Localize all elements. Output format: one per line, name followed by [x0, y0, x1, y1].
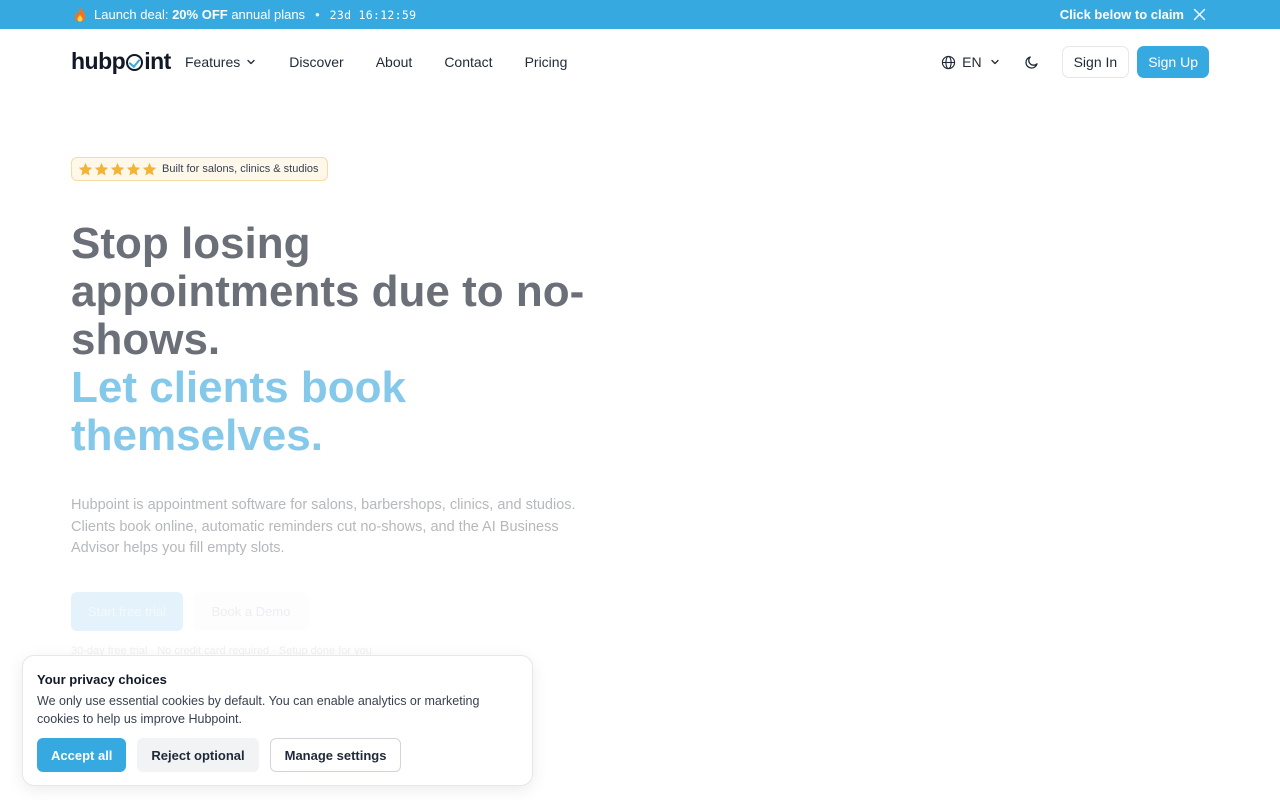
nav-features-label: Features [185, 54, 241, 70]
star-icon [94, 162, 109, 175]
cookie-title: Your privacy choices [37, 672, 167, 687]
promo-countdown: 23d 16:12:59 [329, 7, 417, 22]
moon-icon[interactable] [1024, 54, 1040, 70]
nav-contact-link[interactable]: Contact [444, 51, 492, 73]
star-icon [126, 162, 141, 175]
cookie-body: We only use essential cookies by default… [37, 694, 480, 726]
reject-optional-button[interactable]: Reject optional [137, 738, 259, 772]
nav-pricing-link[interactable]: Pricing [525, 51, 568, 73]
flame-icon [75, 7, 85, 22]
headline-accent-line-1: Let clients book [71, 363, 406, 412]
chevron-down-icon [990, 59, 999, 65]
nav-discover-link[interactable]: Discover [289, 51, 343, 73]
cookie-actions: Accept all Reject optional Manage settin… [37, 738, 402, 772]
promo-highlight: 20% OFF [172, 7, 228, 22]
close-icon[interactable] [1193, 8, 1206, 21]
promo-left: Launch deal: 20% OFF annual plans • 23d … [74, 0, 416, 29]
manage-settings-button[interactable]: Manage settings [269, 738, 402, 772]
book-demo-button[interactable]: Book a Demo [193, 592, 309, 631]
star-icon [110, 162, 125, 175]
rating-badge: Built for salons, clinics & studios [71, 157, 328, 181]
nav-actions: EN Sign In Sign Up [941, 46, 1209, 78]
accept-all-button[interactable]: Accept all [37, 738, 127, 772]
headline-accent-line-2: themselves. [71, 411, 323, 460]
rating-badge-label: Built for salons, clinics & studios [162, 163, 319, 175]
start-trial-button[interactable]: Start free trial [71, 592, 183, 631]
promo-banner: Launch deal: 20% OFF annual plans • 23d … [0, 0, 1280, 29]
star-icon [78, 162, 93, 175]
hero-headline: Stop losing appointments due to no- show… [71, 220, 591, 460]
cookie-consent-dialog: Your privacy choices We only use essenti… [22, 655, 533, 786]
chevron-down-icon [247, 59, 255, 65]
promo-suffix: annual plans [231, 7, 306, 22]
logo-text-end: int [144, 48, 171, 74]
subheading-line-2: Clients book online, automatic reminders… [71, 518, 559, 535]
headline-line-2: appointments due to no- [71, 267, 585, 316]
headline-line-3: shows. [71, 315, 221, 364]
language-label: EN [962, 54, 982, 70]
star-rating [78, 162, 157, 177]
subheading-line-3: Advisor helps you fill empty slots. [71, 540, 285, 556]
nav-links: Features Discover About Contact Pricing [185, 51, 567, 73]
globe-icon [941, 55, 956, 69]
star-icon [142, 162, 157, 175]
promo-text: Launch deal: 20% OFF annual plans [94, 7, 305, 22]
logo[interactable]: hubp int [71, 48, 171, 76]
sign-in-button[interactable]: Sign In [1061, 46, 1130, 78]
promo-prefix: Launch deal: [94, 7, 169, 22]
logo-text-start: hubp [71, 48, 126, 74]
subheading-line-1: Hubpoint is appointment software for sal… [71, 497, 576, 513]
promo-separator: • [315, 7, 320, 22]
top-nav: hubp int Features Discover About Contact … [0, 29, 1280, 95]
sign-up-button[interactable]: Sign Up [1137, 46, 1209, 78]
hero-cta-row: Start free trial Book a Demo [71, 592, 309, 631]
hero-subheading: Hubpoint is appointment software for sal… [71, 495, 581, 560]
headline-line-1: Stop losing [71, 219, 311, 268]
logo-check-icon [126, 54, 144, 71]
language-selector[interactable]: EN [941, 54, 999, 70]
promo-claim-link[interactable]: Click below to claim [1060, 0, 1184, 29]
nav-features-dropdown[interactable]: Features [185, 51, 256, 73]
nav-about-link[interactable]: About [376, 51, 413, 73]
